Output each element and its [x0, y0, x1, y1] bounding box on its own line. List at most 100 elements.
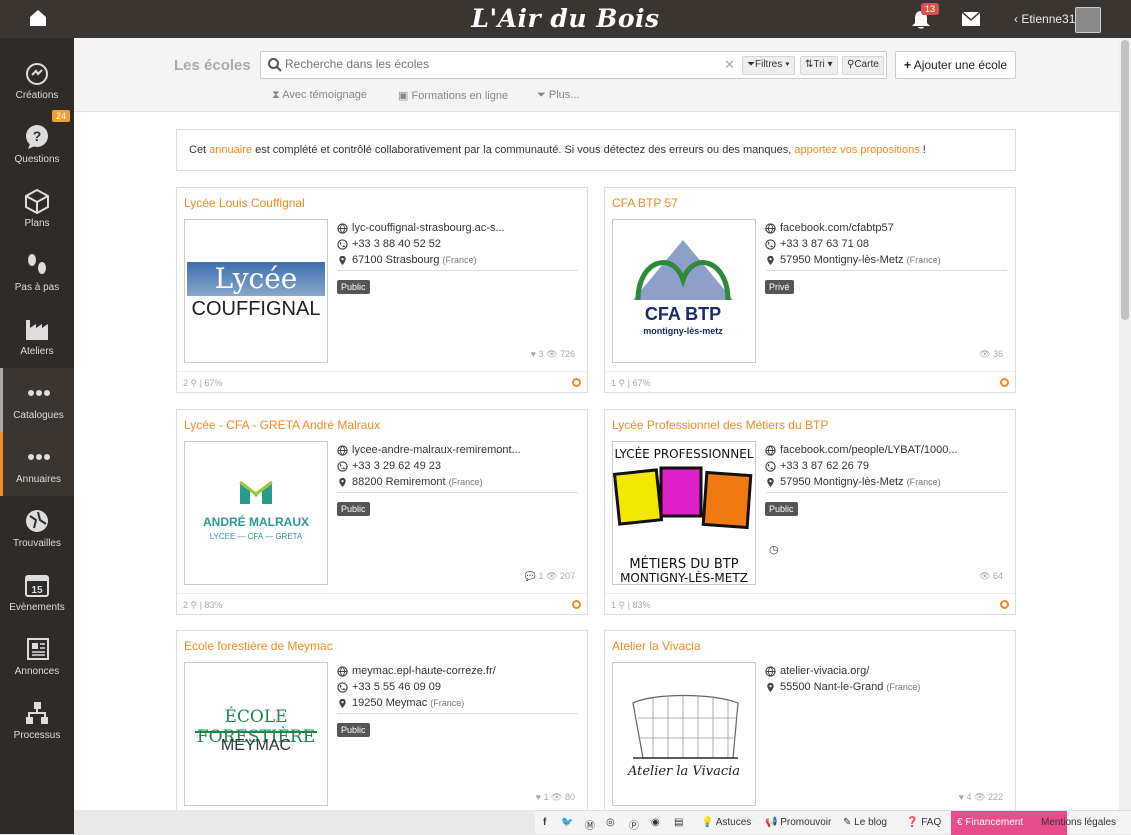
school-card[interactable]: Lycée - CFA - GRETA André Malraux ANDRÉ … [176, 409, 588, 615]
map-pin-icon [767, 255, 774, 265]
sort-button[interactable]: ⇅Tri ▾ [800, 56, 838, 75]
school-logo[interactable]: ÉCOLE FORESTIÈRE MEYMAC [184, 662, 328, 806]
sidebar-item-plans[interactable]: Plans [0, 176, 74, 240]
add-school-button[interactable]: + Ajouter une école [895, 51, 1016, 79]
school-title[interactable]: CFA BTP 57 [612, 196, 678, 210]
book-icon[interactable]: ▤ [674, 817, 683, 828]
sidebar-item-process[interactable]: Processus [0, 688, 74, 752]
sidebar-item-label: Annonces [14, 666, 60, 677]
legal-link[interactable]: Mentions légales [1041, 817, 1116, 828]
website-row[interactable]: atelier-vivacia.org/ [765, 663, 1007, 679]
status-dot-icon[interactable] [572, 378, 581, 387]
website-row[interactable]: facebook.com/cfabtp57 [765, 220, 1007, 236]
school-logo[interactable]: CFA BTP montigny-lès-metz [612, 219, 756, 363]
sidebar-item-label: Catalogues [13, 410, 64, 421]
avatar[interactable] [1075, 7, 1101, 33]
website-row[interactable]: lyc-couffignal-strasbourg.ac-s... [337, 220, 579, 236]
instagram-icon[interactable]: ◎ [606, 817, 615, 828]
sidebar-item-finds[interactable]: Trouvailles [0, 496, 74, 560]
faq-link[interactable]: ❓ FAQ [906, 817, 941, 828]
views-count: 36 [992, 349, 1003, 359]
video-icon: ▣ [398, 90, 409, 102]
sidebar-item-creations[interactable]: Créations [0, 48, 74, 112]
website-row[interactable]: meymac.epl-haute-correze.fr/ [337, 663, 579, 679]
school-logo[interactable]: Atelier la Vivacia [612, 662, 756, 806]
facebook-icon[interactable]: f [543, 817, 546, 828]
school-title[interactable]: Lycée Professionnel des Métiers du BTP [612, 418, 828, 432]
sidebar-item-label: Evènements [9, 602, 65, 613]
user-menu[interactable]: ‹ Etienne31 [1014, 12, 1075, 26]
logo-text: COUFFIGNAL [191, 298, 321, 320]
status-badge: Public [337, 723, 370, 737]
promote-link[interactable]: 📢 Promouvoir [765, 817, 831, 828]
divider [337, 270, 579, 271]
website-row[interactable]: lycee-andre-malraux-remiremont... [337, 442, 579, 458]
school-logo[interactable]: ANDRÉ MALRAUX LYCEE — CFA — GRETA [184, 441, 328, 585]
school-title[interactable]: Lycée - CFA - GRETA André Malraux [184, 418, 380, 432]
scrollbar-thumb[interactable] [1121, 40, 1129, 320]
heart-icon: ♥ [958, 792, 964, 802]
divider [337, 492, 579, 493]
notice-text: est complété et contrôlé collaborativeme… [252, 144, 795, 156]
mastodon-icon[interactable]: Ⓜ [585, 817, 595, 832]
school-logo[interactable]: LYCÉE PROFESSIONNEL MÉTIERS DU BTP MONTIGN… [612, 441, 756, 585]
mail-icon[interactable] [962, 12, 980, 26]
sidebar-item-ads[interactable]: Annonces [0, 624, 74, 688]
filters-button[interactable]: ⏷Filtres ▾ [742, 56, 795, 75]
school-title[interactable]: Atelier la Vivacia [612, 639, 701, 653]
sidebar-item-workshops[interactable]: Ateliers [0, 304, 74, 368]
status-dot-icon[interactable] [1000, 378, 1009, 387]
pinterest-icon[interactable]: Ⓟ [629, 817, 639, 832]
clear-icon[interactable]: ✕ [724, 57, 735, 73]
filter-online-training[interactable]: ▣ Formations en ligne [398, 89, 508, 102]
sidebar-item-directories[interactable]: Annuaires [0, 432, 74, 496]
propose-link[interactable]: apportez vos propositions [794, 144, 919, 156]
status-badge: Privé [765, 280, 794, 294]
school-title[interactable]: Ecole forestière de Meymac [184, 639, 333, 653]
blog-link[interactable]: ✎ Le blog [843, 817, 887, 828]
directory-link[interactable]: annuaire [209, 144, 252, 156]
hourglass-icon: ⧗ [272, 89, 280, 101]
sidebar-item-label: Processus [13, 730, 61, 741]
school-card[interactable]: Lycée Professionnel des Métiers du BTP L… [604, 409, 1016, 615]
tips-link[interactable]: 💡 Astuces [701, 817, 751, 828]
school-logo[interactable]: Lycée COUFFIGNAL [184, 219, 328, 363]
status-dot-icon[interactable] [572, 600, 581, 609]
twitter-icon[interactable]: 🐦 [561, 817, 573, 828]
map-button[interactable]: ⚲Carte [842, 56, 884, 75]
calendar-icon: 15 [25, 575, 49, 597]
card-footer: 2 ⚲ | 67% [177, 371, 587, 393]
card-footer: 1 ⚲ | 67% [605, 371, 1015, 393]
school-card[interactable]: Lycée Louis Couffignal Lycée COUFFIGNAL … [176, 187, 588, 393]
school-title[interactable]: Lycée Louis Couffignal [184, 196, 305, 210]
sidebar-item-label: Ateliers [20, 346, 54, 357]
phone-row[interactable]: +33 5 55 46 09 09 [337, 679, 579, 695]
phone-row[interactable]: +33 3 88 40 52 52 [337, 236, 579, 252]
school-card[interactable]: Atelier la Vivacia Atelier la Vivacia at… [604, 630, 1016, 810]
sidebar-item-label: Créations [15, 90, 59, 101]
school-card[interactable]: CFA BTP 57 CFA BTP montigny-lès-metz face… [604, 187, 1016, 393]
github-icon[interactable]: ◉ [651, 817, 660, 828]
svg-text:CFA BTP: CFA BTP [645, 304, 721, 324]
city: 19250 Meymac [352, 697, 428, 709]
sidebar-item-questions[interactable]: 24 ? Questions [0, 110, 74, 176]
filter-testimonial[interactable]: ⧗ Avec témoignage [272, 89, 367, 102]
sidebar-item-steps[interactable]: Pas à pas [0, 240, 74, 304]
tips-label: Astuces [715, 817, 752, 828]
sidebar-item-events[interactable]: 15 Evènements [0, 560, 74, 624]
sidebar-item-label: Questions [14, 154, 60, 165]
comment-icon: 💬 [524, 571, 536, 581]
school-info: atelier-vivacia.org/ 55500 Nant-le-Grand… [765, 663, 1007, 695]
filter-more[interactable]: ⏷ Plus... [537, 89, 579, 102]
phone-row[interactable]: +33 3 87 62 26 79 [765, 458, 1007, 474]
website-row[interactable]: facebook.com/people/LYBAT/1000... [765, 442, 1007, 458]
sidebar-item-catalogues[interactable]: Catalogues [0, 368, 74, 432]
search-input[interactable] [285, 57, 715, 71]
scrollbar[interactable] [1119, 38, 1131, 810]
school-card[interactable]: Ecole forestière de Meymac ÉCOLE FORESTI… [176, 630, 588, 810]
dots-icon [27, 454, 50, 460]
phone-row[interactable]: +33 3 29 62 49 23 [337, 458, 579, 474]
status-dot-icon[interactable] [1000, 600, 1009, 609]
phone-row[interactable]: +33 3 87 63 71 08 [765, 236, 1007, 252]
person-icon: ⚲ [190, 378, 198, 388]
